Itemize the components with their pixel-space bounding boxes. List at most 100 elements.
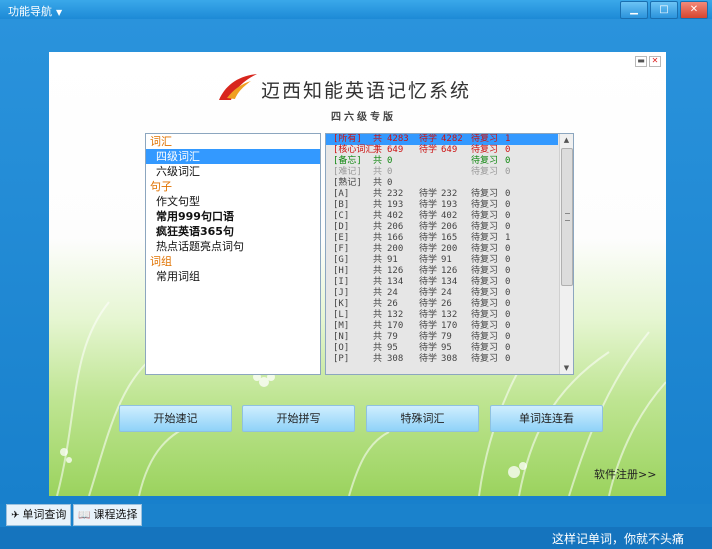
close-button[interactable]: ✕ [680,1,708,19]
word-group-row[interactable]: [D] 共 206 待学 206 待复习 0 [326,222,558,233]
word-group-row[interactable]: [N] 共 79 待学 79 待复习 0 [326,332,558,343]
word-group-total-label: 共 [373,310,383,320]
word-group-total-label: 共 [373,156,383,166]
word-group-total: 0 [387,167,393,177]
word-group-review-label: 待复习 [471,277,499,287]
word-group-total: 95 [387,343,398,353]
word-group-learn: 134 [441,277,458,287]
panel-minimize-button[interactable]: ▬ [635,56,647,67]
word-group-row[interactable]: [备忘] 共 0 待复习 0 [326,156,558,167]
word-group-name: [熟记] [333,178,362,188]
word-group-total-label: 共 [373,332,383,342]
word-group-row[interactable]: [熟记] 共 0 [326,178,558,189]
minimize-button[interactable]: ▁ [620,1,648,19]
category-item[interactable]: 作文句型 [146,194,320,209]
word-group-row[interactable]: [I] 共 134 待学 134 待复习 0 [326,277,558,288]
word-group-learn-label: 待学 [419,200,438,210]
word-group-total: 126 [387,266,404,276]
word-group-total: 0 [387,178,393,188]
word-group-total: 232 [387,189,404,199]
tab-word-lookup[interactable]: ✈ 单词查询 [6,504,72,526]
dropdown-caret-icon: ▼ [56,8,63,17]
scroll-up-icon[interactable]: ▲ [560,134,573,146]
software-register-link[interactable]: 软件注册>> [594,466,656,482]
word-group-total: 79 [387,332,398,342]
category-item[interactable]: 四级词汇 [146,149,320,164]
main-panel: ▬ ✕ 迈西知能英语记忆系统 四六级专版 词汇 四级词汇 六级词汇 句子 作文句型 常用9… [49,52,666,496]
word-group-total: 649 [387,145,404,155]
word-group-learn-label: 待学 [419,310,438,320]
word-group-learn-label: 待学 [419,343,438,353]
scroll-thumb[interactable] [561,148,573,286]
category-item[interactable]: 常用999句口语 [146,209,320,224]
word-group-row[interactable]: [核心词汇]共 649 待学 649 待复习 0 [326,145,558,156]
word-group-row[interactable]: [A] 共 232 待学 232 待复习 0 [326,189,558,200]
word-group-learn: 649 [441,145,458,155]
word-group-learn: 24 [441,288,452,298]
word-group-row[interactable]: [P] 共 308 待学 308 待复习 0 [326,354,558,365]
word-group-row[interactable]: [G] 共 91 待学 91 待复习 0 [326,255,558,266]
word-group-row[interactable]: [B] 共 193 待学 193 待复习 0 [326,200,558,211]
word-group-learn-label: 待学 [419,233,438,243]
word-group-row[interactable]: [难记] 共 0 待复习 0 [326,167,558,178]
word-group-total-label: 共 [373,343,383,353]
word-group-row[interactable]: [所有] 共 4283 待学 4282 待复习 1 [326,134,558,145]
word-group-row[interactable]: [O] 共 95 待学 95 待复习 0 [326,343,558,354]
category-list[interactable]: 词汇 四级词汇 六级词汇 句子 作文句型 常用999句口语 疯狂英语365句 热点话题亮点词句… [145,133,321,375]
word-group-learn-label: 待学 [419,244,438,254]
app-title: 迈西知能英语记忆系统 [261,80,472,102]
word-group-list[interactable]: [所有] 共 4283 待学 4282 待复习 1 [核心词汇]共 649 待学 649 待复习 0 [备… [325,133,574,375]
tab-course-select[interactable]: 📖 课程选择 [73,504,143,526]
word-group-row[interactable]: [E] 共 166 待学 165 待复习 1 [326,233,558,244]
word-group-name: [G] [333,255,350,265]
word-group-review-label: 待复习 [471,332,499,342]
panel-close-button[interactable]: ✕ [649,56,661,67]
word-group-learn-label: 待学 [419,189,438,199]
start-spelling-button[interactable]: 开始拼写 [242,405,355,432]
word-link-game-button[interactable]: 单词连连看 [490,405,603,432]
category-item[interactable]: 六级词汇 [146,164,320,179]
word-group-learn-label: 待学 [419,321,438,331]
word-group-name: [核心词汇] [333,145,380,155]
word-group-review-label: 待复习 [471,134,499,144]
scroll-grip [565,213,570,221]
word-group-review: 0 [505,332,511,342]
category-item[interactable]: 常用词组 [146,269,320,284]
category-item[interactable]: 疯狂英语365句 [146,224,320,239]
start-memorize-button[interactable]: 开始速记 [119,405,232,432]
word-group-row[interactable]: [M] 共 170 待学 170 待复习 0 [326,321,558,332]
word-group-total-label: 共 [373,145,383,155]
tab-word-lookup-label: 单词查询 [22,508,67,521]
word-group-row[interactable]: [H] 共 126 待学 126 待复习 0 [326,266,558,277]
scroll-down-icon[interactable]: ▼ [560,362,573,374]
word-group-row[interactable]: [F] 共 200 待学 200 待复习 0 [326,244,558,255]
slogan-text: 这样记单词，你就不头痛 [551,532,684,546]
word-group-review: 0 [505,222,511,232]
vertical-scrollbar[interactable]: ▲ ▼ [559,134,573,374]
word-group-row[interactable]: [J] 共 24 待学 24 待复习 0 [326,288,558,299]
word-group-total-label: 共 [373,321,383,331]
word-group-name: [H] [333,266,350,276]
word-group-total-label: 共 [373,288,383,298]
word-group-row[interactable]: [C] 共 402 待学 402 待复习 0 [326,211,558,222]
word-group-review-label: 待复习 [471,145,499,155]
special-vocab-button[interactable]: 特殊词汇 [366,405,479,432]
word-group-total-label: 共 [373,255,383,265]
word-group-name: [K] [333,299,350,309]
word-group-name: [D] [333,222,350,232]
restore-button[interactable]: □ [650,1,678,19]
word-group-learn: 126 [441,266,458,276]
category-item[interactable]: 热点话题亮点词句 [146,239,320,254]
function-nav-menu[interactable]: 功能导航 ▼ [8,3,62,19]
word-group-total-label: 共 [373,167,383,177]
word-group-learn: 91 [441,255,452,265]
category-header: 句子 [150,180,172,193]
word-group-learn: 232 [441,189,458,199]
word-group-row[interactable]: [L] 共 132 待学 132 待复习 0 [326,310,558,321]
word-group-row[interactable]: [K] 共 26 待学 26 待复习 0 [326,299,558,310]
word-group-learn: 26 [441,299,452,309]
word-group-name: [备忘] [333,156,362,166]
tab-course-select-label: 课程选择 [93,508,138,521]
word-group-learn: 4282 [441,134,463,144]
word-group-learn: 402 [441,211,458,221]
